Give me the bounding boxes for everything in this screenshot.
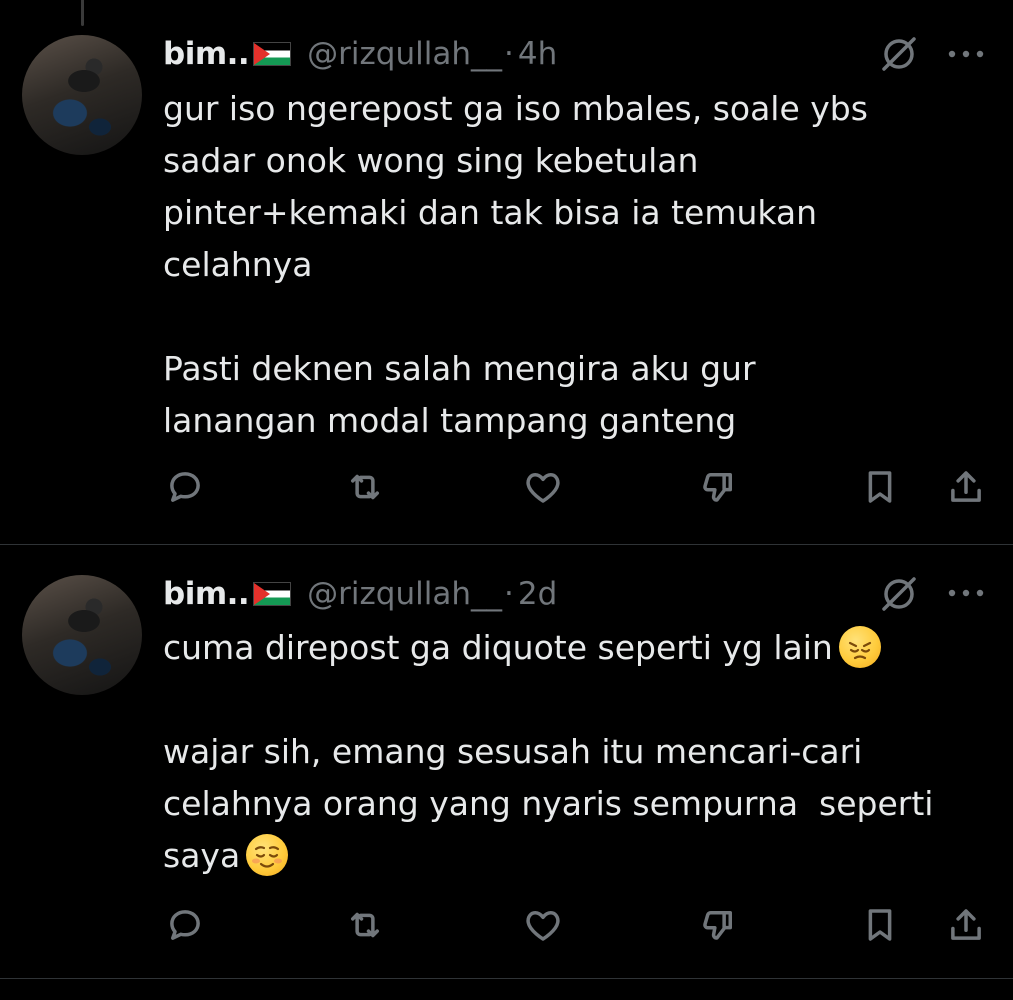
repost-icon [351, 912, 379, 938]
palestine-flag-icon [253, 582, 292, 606]
tweet-text: gur iso ngerepost ga iso mbales, soale y… [163, 89, 868, 440]
avatar[interactable] [22, 35, 142, 155]
relieved-face-icon [246, 834, 289, 876]
share-button[interactable] [941, 900, 991, 950]
tweet-header: bim.. @rizqullah__ · 2d [163, 574, 557, 614]
reply-button[interactable] [160, 900, 210, 950]
action-bar [0, 900, 1013, 950]
like-icon [526, 473, 560, 503]
action-bar [0, 462, 1013, 512]
share-icon [951, 909, 981, 940]
reply-button[interactable] [160, 462, 210, 512]
like-button[interactable] [518, 900, 568, 950]
palestine-flag-icon [253, 42, 292, 66]
display-name[interactable]: bim.. [163, 574, 250, 614]
separator: · [504, 36, 514, 72]
tweet-text-line: cuma direpost ga diquote seperti yg lain [163, 628, 833, 667]
dislike-icon [703, 911, 732, 940]
reply-icon [170, 910, 200, 940]
grok-icon[interactable] [878, 33, 920, 75]
handle[interactable]: @rizqullah__ [307, 574, 502, 614]
dislike-button[interactable] [693, 900, 743, 950]
bookmark-button[interactable] [855, 900, 905, 950]
more-icon[interactable] [944, 44, 988, 64]
dislike-icon [703, 473, 732, 502]
more-icon[interactable] [944, 583, 988, 603]
repost-button[interactable] [340, 462, 390, 512]
bookmark-button[interactable] [855, 462, 905, 512]
repost-button[interactable] [340, 900, 390, 950]
like-button[interactable] [518, 462, 568, 512]
tweet[interactable]: bim.. @rizqullah__ · 4h gur iso ngerepos… [0, 0, 1013, 545]
share-icon [951, 471, 981, 502]
bookmark-icon [868, 471, 892, 503]
like-icon [526, 911, 560, 941]
handle[interactable]: @rizqullah__ [307, 34, 502, 74]
display-name[interactable]: bim.. [163, 34, 250, 74]
tweet[interactable]: bim.. @rizqullah__ · 2d cuma direpost ga… [0, 545, 1013, 979]
separator: · [504, 576, 514, 612]
dislike-button[interactable] [693, 462, 743, 512]
reply-icon [170, 472, 200, 502]
share-button[interactable] [941, 462, 991, 512]
bookmark-icon [868, 909, 892, 941]
tweet-header: bim.. @rizqullah__ · 4h [163, 34, 557, 74]
pensive-face-icon [838, 626, 881, 668]
grok-icon[interactable] [878, 573, 920, 615]
avatar[interactable] [22, 575, 142, 695]
timestamp[interactable]: 2d [518, 574, 557, 614]
tweet-text: cuma direpost ga diquote seperti yg lain… [163, 622, 983, 882]
timestamp[interactable]: 4h [518, 34, 557, 74]
repost-icon [351, 474, 379, 500]
